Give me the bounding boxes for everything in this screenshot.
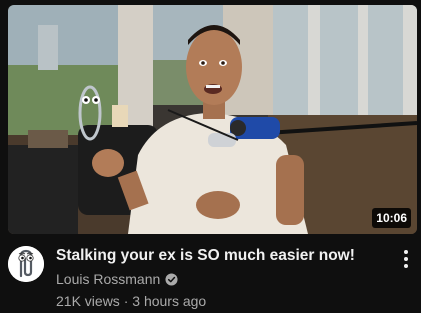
video-card[interactable]: 10:06 Stalking your ex is SO much easier… — [0, 0, 421, 313]
video-stats: 21K views · 3 hours ago — [56, 292, 386, 310]
verified-check-icon — [165, 272, 178, 286]
stats-separator: · — [123, 293, 129, 309]
channel-name[interactable]: Louis Rossmann — [56, 270, 160, 288]
video-metadata: Stalking your ex is SO much easier now! … — [56, 246, 386, 310]
view-count: 21K views — [56, 293, 120, 309]
thumbnail-image — [8, 5, 417, 234]
upload-age: 3 hours ago — [132, 293, 207, 309]
clippy-avatar-icon — [8, 246, 44, 282]
video-thumbnail[interactable]: 10:06 — [8, 5, 417, 234]
channel-row: Louis Rossmann — [56, 270, 386, 288]
channel-avatar[interactable] — [8, 246, 44, 282]
video-title[interactable]: Stalking your ex is SO much easier now! — [56, 246, 386, 266]
duration-badge: 10:06 — [372, 208, 411, 228]
more-options-button[interactable] — [396, 246, 416, 272]
more-vertical-icon — [404, 250, 408, 254]
